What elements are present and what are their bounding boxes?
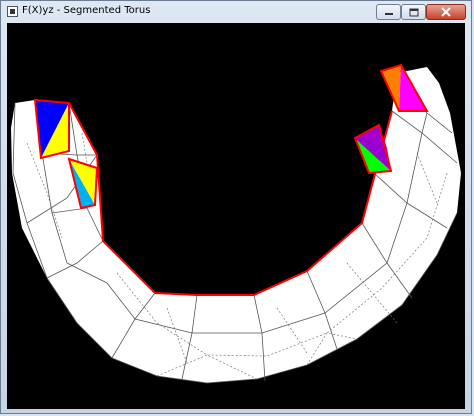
maximize-button[interactable]: [401, 4, 426, 20]
application-window: F(X)yz - Segmented Torus: [0, 0, 472, 414]
render-viewport[interactable]: [7, 23, 465, 409]
minimize-button[interactable]: [376, 4, 401, 20]
torus-surface: [11, 67, 461, 383]
torus-canvas[interactable]: [7, 23, 465, 409]
maximize-icon: [409, 8, 418, 16]
window-controls: [376, 4, 466, 20]
close-button[interactable]: [426, 4, 466, 20]
title-bar[interactable]: F(X)yz - Segmented Torus: [1, 1, 471, 23]
facet-orange: [381, 65, 401, 111]
minimize-icon: [384, 13, 393, 15]
window-title: F(X)yz - Segmented Torus: [22, 5, 151, 16]
torus-mesh: [11, 67, 461, 384]
app-icon[interactable]: [7, 6, 18, 17]
close-icon: [441, 7, 451, 17]
